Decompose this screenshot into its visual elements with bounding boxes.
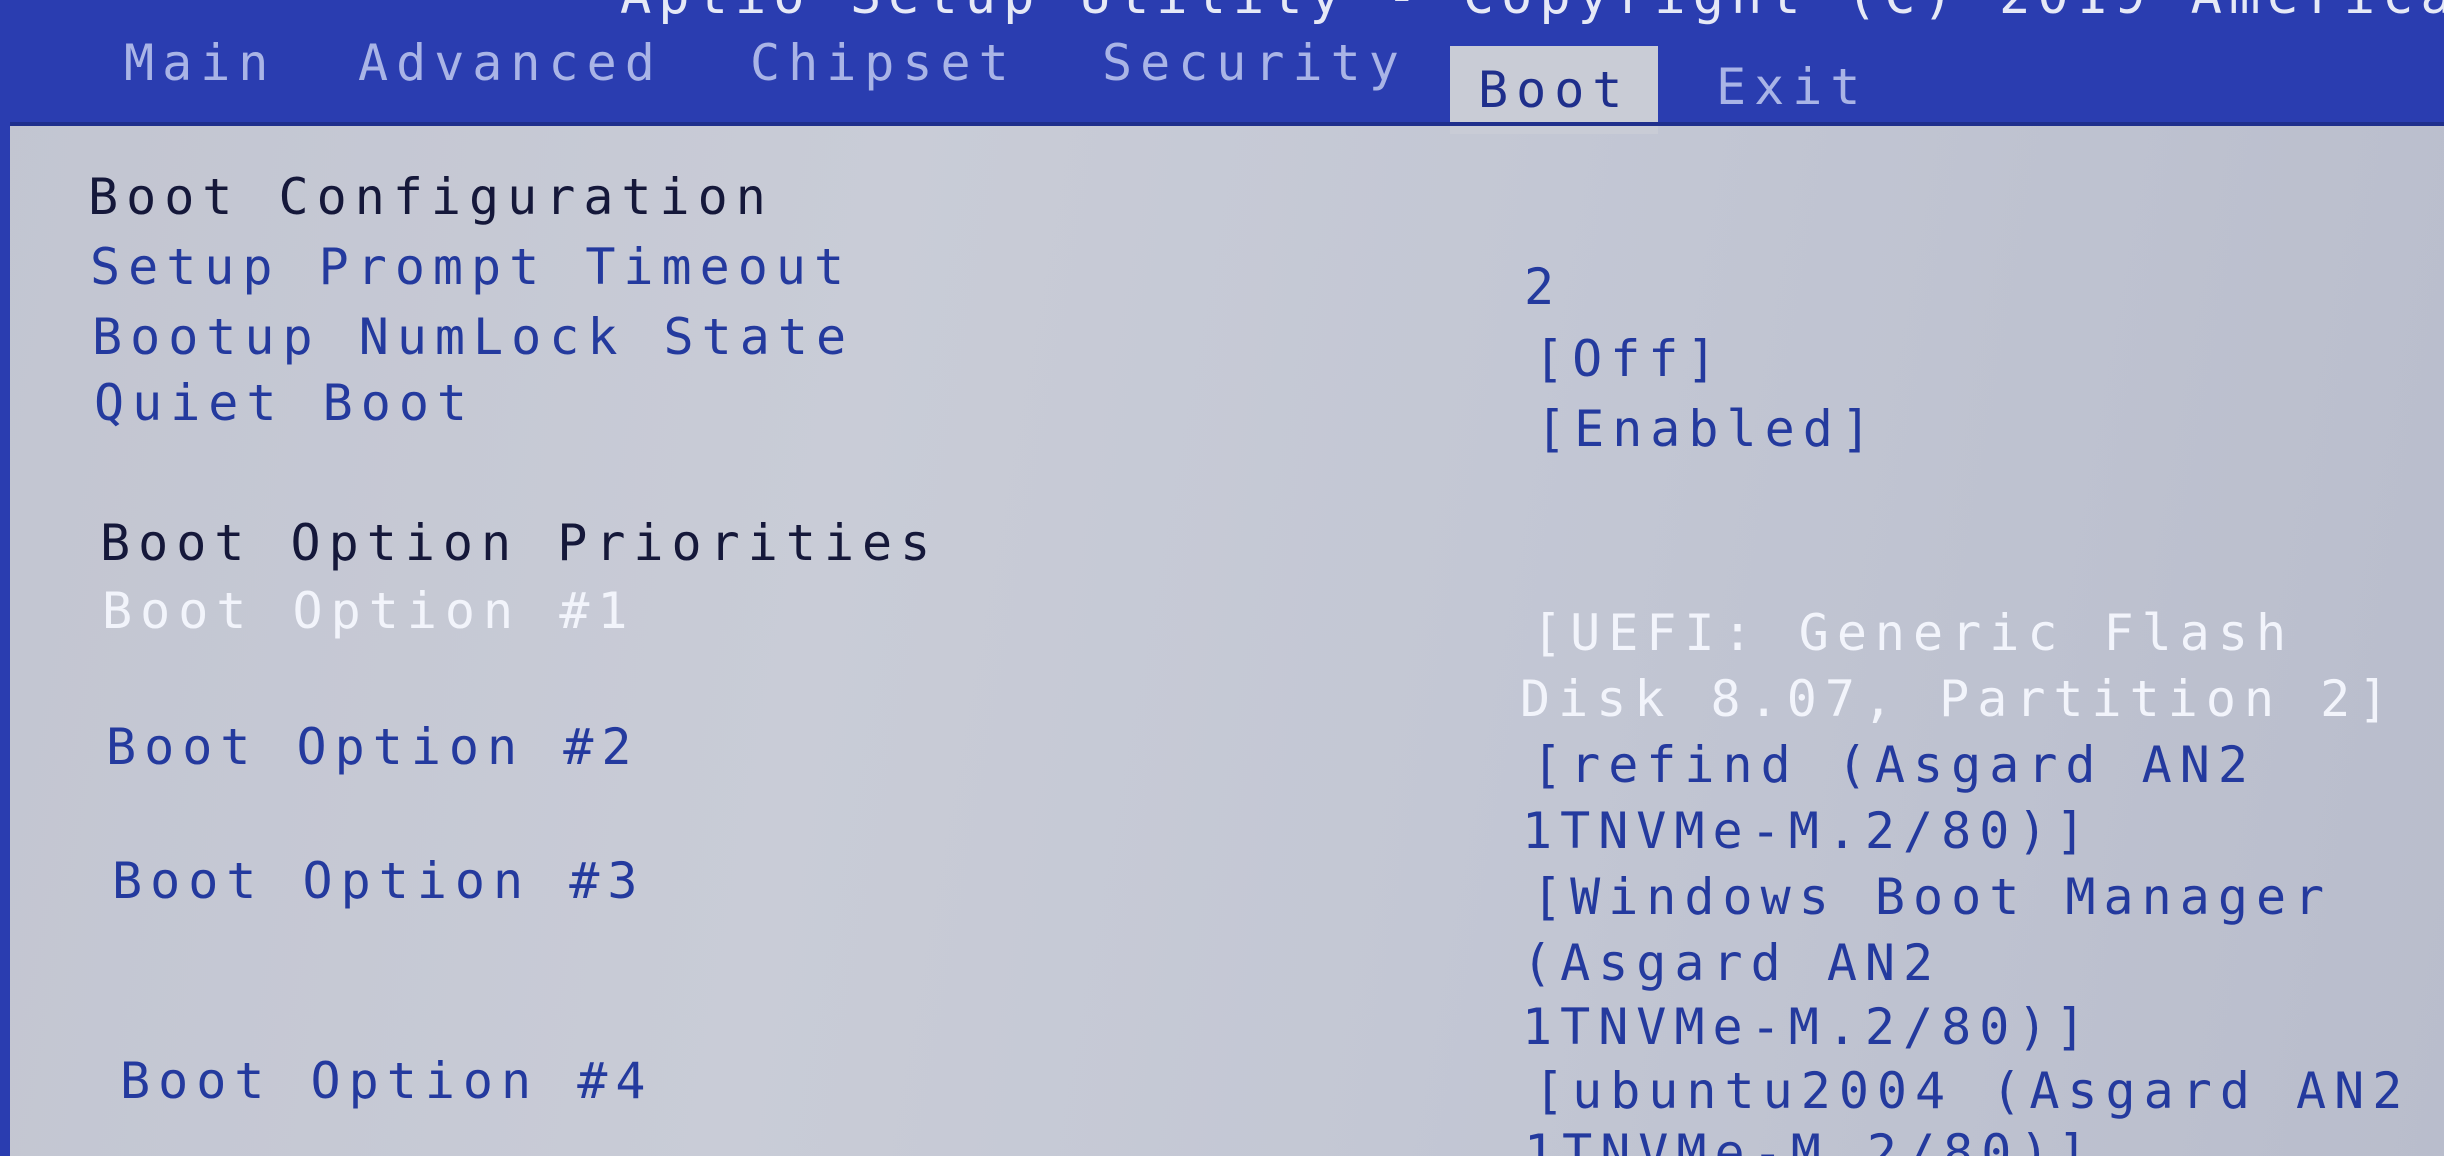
boot-option-3-label[interactable]: Boot Option #3 bbox=[112, 852, 645, 910]
boot-option-3-value-line-3[interactable]: 1TNVMe-M.2/80)] bbox=[1522, 998, 2094, 1056]
tab-advanced[interactable]: Advanced bbox=[358, 34, 663, 92]
window-title: Aptio Setup Utility - Copyright (C) 2019… bbox=[620, 0, 2444, 26]
boot-option-1-label[interactable]: Boot Option #1 bbox=[102, 582, 635, 640]
boot-option-2-label[interactable]: Boot Option #2 bbox=[106, 718, 639, 776]
boot-option-1-value-line-1[interactable]: [UEFI: Generic Flash bbox=[1532, 604, 2294, 662]
header-divider bbox=[0, 122, 2444, 126]
section-heading-boot-configuration: Boot Configuration bbox=[88, 168, 774, 226]
tab-exit[interactable]: Exit bbox=[1716, 58, 1868, 116]
tab-security[interactable]: Security bbox=[1102, 34, 1407, 92]
boot-option-4-value-line-2[interactable]: 1TNVMe-M.2/80)] bbox=[1524, 1124, 2096, 1156]
setup-prompt-timeout-value[interactable]: 2 bbox=[1524, 258, 1562, 316]
quiet-boot-label[interactable]: Quiet Boot bbox=[94, 374, 475, 432]
boot-option-4-label[interactable]: Boot Option #4 bbox=[120, 1052, 653, 1110]
bootup-numlock-state-label[interactable]: Bootup NumLock State bbox=[92, 308, 854, 366]
boot-option-4-value-line-1[interactable]: [ubuntu2004 (Asgard AN2 bbox=[1534, 1062, 2410, 1120]
tab-chipset[interactable]: Chipset bbox=[750, 34, 1017, 92]
tab-boot[interactable]: Boot bbox=[1450, 46, 1659, 134]
boot-option-3-value-line-2[interactable]: (Asgard AN2 bbox=[1522, 934, 1941, 992]
quiet-boot-value[interactable]: [Enabled] bbox=[1536, 400, 1879, 458]
left-frame-border bbox=[0, 122, 10, 1156]
bootup-numlock-state-value[interactable]: [Off] bbox=[1534, 330, 1725, 388]
boot-option-3-value-line-1[interactable]: [Windows Boot Manager bbox=[1532, 868, 2332, 926]
setup-prompt-timeout-label[interactable]: Setup Prompt Timeout bbox=[90, 238, 852, 296]
boot-option-2-value-line-2[interactable]: 1TNVMe-M.2/80)] bbox=[1522, 802, 2094, 860]
boot-option-1-value-line-2[interactable]: Disk 8.07, Partition 2] bbox=[1520, 670, 2396, 728]
section-heading-boot-option-priorities: Boot Option Priorities bbox=[100, 514, 939, 572]
header-bar: Aptio Setup Utility - Copyright (C) 2019… bbox=[0, 0, 2444, 134]
tab-main[interactable]: Main bbox=[124, 34, 276, 92]
boot-option-2-value-line-1[interactable]: [refind (Asgard AN2 bbox=[1532, 736, 2256, 794]
bios-screen: Aptio Setup Utility - Copyright (C) 2019… bbox=[0, 0, 2444, 1156]
